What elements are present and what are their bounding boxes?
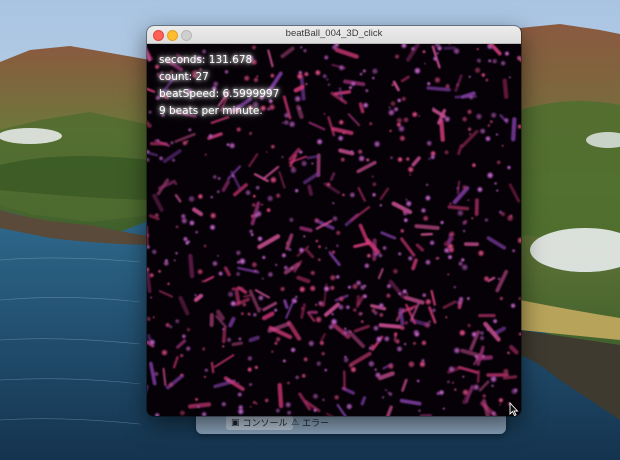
tab-console-label: コンソール <box>242 418 288 428</box>
bpm-readout: 9 beats per minute. <box>159 105 263 117</box>
seconds-readout: seconds: 131.678 <box>159 54 253 66</box>
hud-overlay: seconds: 131.678 count: 27 beatSpeed: 6.… <box>159 52 279 120</box>
app-window: beatBall_004_3D_click seconds: 131.678 c… <box>147 26 521 416</box>
window-title: beatBall_004_3D_click <box>285 28 383 39</box>
warning-icon: ⚠ <box>291 417 300 428</box>
tab-console[interactable]: ▣ コンソール <box>226 415 293 430</box>
tab-errors[interactable]: ⚠ エラー <box>286 415 334 430</box>
mouse-cursor-icon <box>509 402 519 416</box>
tab-errors-label: エラー <box>302 418 330 428</box>
beat-speed-readout: beatSpeed: 6.5999997 <box>159 88 280 100</box>
count-readout: count: 27 <box>159 71 209 83</box>
sketch-canvas[interactable]: seconds: 131.678 count: 27 beatSpeed: 6.… <box>147 44 521 416</box>
window-titlebar[interactable]: beatBall_004_3D_click <box>147 26 521 44</box>
terminal-icon: ▣ <box>231 417 240 428</box>
